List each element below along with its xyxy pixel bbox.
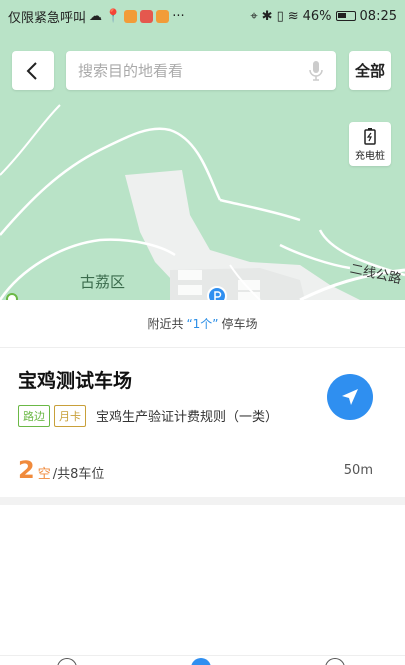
carrier-text: 仅限紧急呼叫 <box>8 10 87 26</box>
distance: 50m <box>343 463 373 478</box>
tag-roadside: 路边 <box>18 405 50 427</box>
battery-percent: 46% <box>302 8 332 24</box>
nearby-suffix: 停车场 <box>221 317 258 331</box>
charging-station-button[interactable]: 充电桩 <box>349 122 391 166</box>
battery-charge-icon <box>364 127 376 145</box>
parking-tab-icon[interactable] <box>191 658 211 665</box>
bluetooth-icon: ✱ <box>261 8 273 24</box>
district-label: 古荔区 <box>80 273 126 291</box>
vibrate-icon: ▯ <box>276 8 284 24</box>
nearby-prefix: 附近共 <box>147 317 184 331</box>
battery-icon <box>335 11 356 21</box>
location-icon: ⌖ <box>250 8 258 24</box>
microphone-icon[interactable] <box>308 60 324 82</box>
available-count: 2 <box>18 456 35 484</box>
app-icon-3 <box>156 9 170 23</box>
parking-lot-name: 宝鸡测试车场 <box>18 370 133 392</box>
parking-marker-icon[interactable] <box>207 286 227 300</box>
location-dot-icon <box>6 293 18 300</box>
app-icon-2 <box>140 9 154 23</box>
cloud-icon: ☁ <box>89 8 103 24</box>
charging-label: 充电桩 <box>355 150 385 162</box>
billing-rule: 宝鸡生产验证计费规则（一类） <box>96 410 279 425</box>
nearby-count: “1个” <box>186 317 219 331</box>
more-notifications: ··· <box>172 8 185 24</box>
status-bar: 仅限紧急呼叫 ☁ 📍 ··· ⌖ ✱ ▯ ≋ 46% 08:25 <box>0 0 405 32</box>
navigate-button[interactable] <box>327 374 373 420</box>
parking-lot-card[interactable]: 宝鸡测试车场 路边 月卡 宝鸡生产验证计费规则（一类） 2 空 /共8车位 50… <box>0 349 405 499</box>
tag-monthly-pass: 月卡 <box>54 405 86 427</box>
app-icon-1 <box>124 9 138 23</box>
available-spaces: 2 空 /共8车位 <box>18 456 104 484</box>
map-background <box>0 0 405 300</box>
profile-tab-icon[interactable] <box>325 658 345 665</box>
home-tab-icon[interactable] <box>57 658 77 665</box>
clock: 08:25 <box>359 8 397 24</box>
back-button[interactable] <box>12 51 54 90</box>
search-input[interactable] <box>78 61 308 80</box>
back-arrow-icon <box>26 61 37 80</box>
available-label: 空 <box>37 467 51 482</box>
bottom-tab-bar <box>0 655 405 665</box>
nearby-summary: 附近共 “1个” 停车场 <box>0 300 405 348</box>
wifi-icon: ≋ <box>287 8 299 24</box>
section-divider <box>0 497 405 505</box>
navigate-icon <box>342 389 358 405</box>
all-filter-button[interactable]: 全部 <box>349 51 391 90</box>
map-view[interactable]: 古荔区 二线公路 <box>0 0 405 300</box>
location-pin-icon: 📍 <box>105 8 122 24</box>
search-box[interactable] <box>66 51 336 90</box>
total-spaces: /共8车位 <box>52 467 105 482</box>
